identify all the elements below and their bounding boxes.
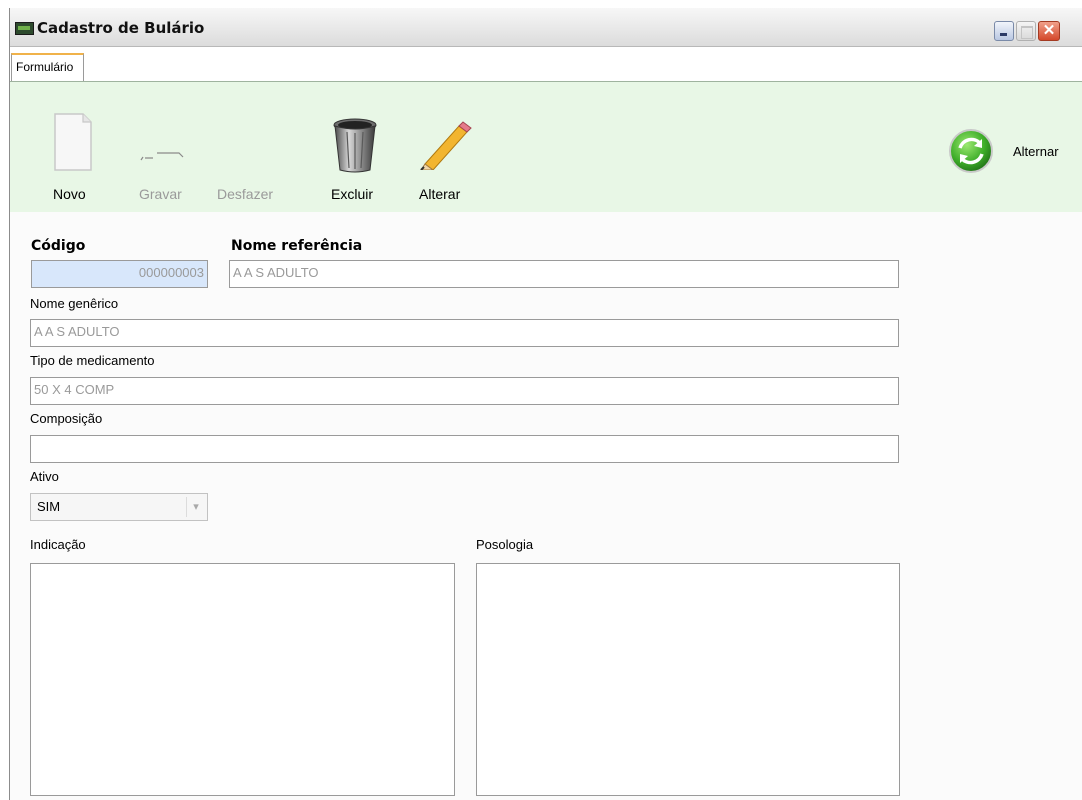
composicao-field[interactable]	[30, 435, 899, 463]
tipo-medicamento-label: Tipo de medicamento	[30, 353, 155, 368]
excluir-label: Excluir	[331, 186, 374, 202]
excluir-button[interactable]: Excluir	[320, 82, 390, 212]
posologia-textarea[interactable]	[476, 563, 900, 796]
alternar-button[interactable]: Alternar	[948, 82, 1078, 173]
tipo-medicamento-field[interactable]: 50 X 4 COMP	[30, 377, 899, 405]
pencil-icon	[420, 121, 472, 170]
desfazer-label: Desfazer	[217, 186, 274, 202]
posologia-label: Posologia	[476, 537, 534, 552]
novo-button[interactable]: Novo	[40, 82, 100, 212]
alterar-button[interactable]: Alterar	[405, 82, 480, 212]
alterar-label: Alterar	[419, 186, 461, 202]
title-bar: Cadastro de Bulário ✕	[10, 8, 1082, 47]
window-title: Cadastro de Bulário	[37, 19, 205, 37]
maximize-button[interactable]	[1016, 21, 1036, 41]
bulario-form: Código Nome referência 000000003 A A S A…	[10, 213, 1082, 800]
gravar-button: Gravar	[125, 82, 190, 212]
trash-can-icon	[333, 118, 377, 173]
alternar-label: Alternar	[1013, 144, 1059, 159]
nome-generico-label: Nome genêrico	[30, 296, 119, 311]
ativo-selected-value: SIM	[37, 499, 61, 514]
nome-referencia-field[interactable]: A A S ADULTO	[229, 260, 899, 288]
close-button[interactable]: ✕	[1038, 21, 1060, 41]
bulario-window: Cadastro de Bulário ✕ Formulário Novo Gr…	[9, 8, 1082, 800]
composicao-label: Composição	[30, 411, 103, 426]
nome-generico-field[interactable]: A A S ADULTO	[30, 319, 899, 347]
chevron-down-icon[interactable]: ▾	[186, 497, 205, 517]
refresh-icon	[949, 129, 993, 173]
save-icon	[140, 152, 184, 161]
nome-referencia-label: Nome referência	[231, 238, 363, 254]
ativo-label: Ativo	[30, 469, 59, 484]
new-document-icon	[54, 113, 92, 171]
desfazer-button: Desfazer	[215, 82, 295, 212]
indicacao-label: Indicação	[30, 537, 86, 552]
ativo-select[interactable]: SIM ▾	[30, 493, 208, 521]
gravar-label: Gravar	[139, 186, 182, 202]
tab-strip: Formulário	[10, 47, 1082, 82]
app-icon	[15, 22, 34, 35]
toolbar: Novo Gravar Desfazer Excluir Alterar Alt…	[10, 82, 1082, 212]
codigo-label: Código	[31, 238, 86, 254]
minimize-button[interactable]	[994, 21, 1014, 41]
indicacao-textarea[interactable]	[30, 563, 455, 796]
codigo-field[interactable]: 000000003	[31, 260, 208, 288]
tab-formulario[interactable]: Formulário	[11, 53, 85, 81]
novo-label: Novo	[53, 186, 86, 202]
